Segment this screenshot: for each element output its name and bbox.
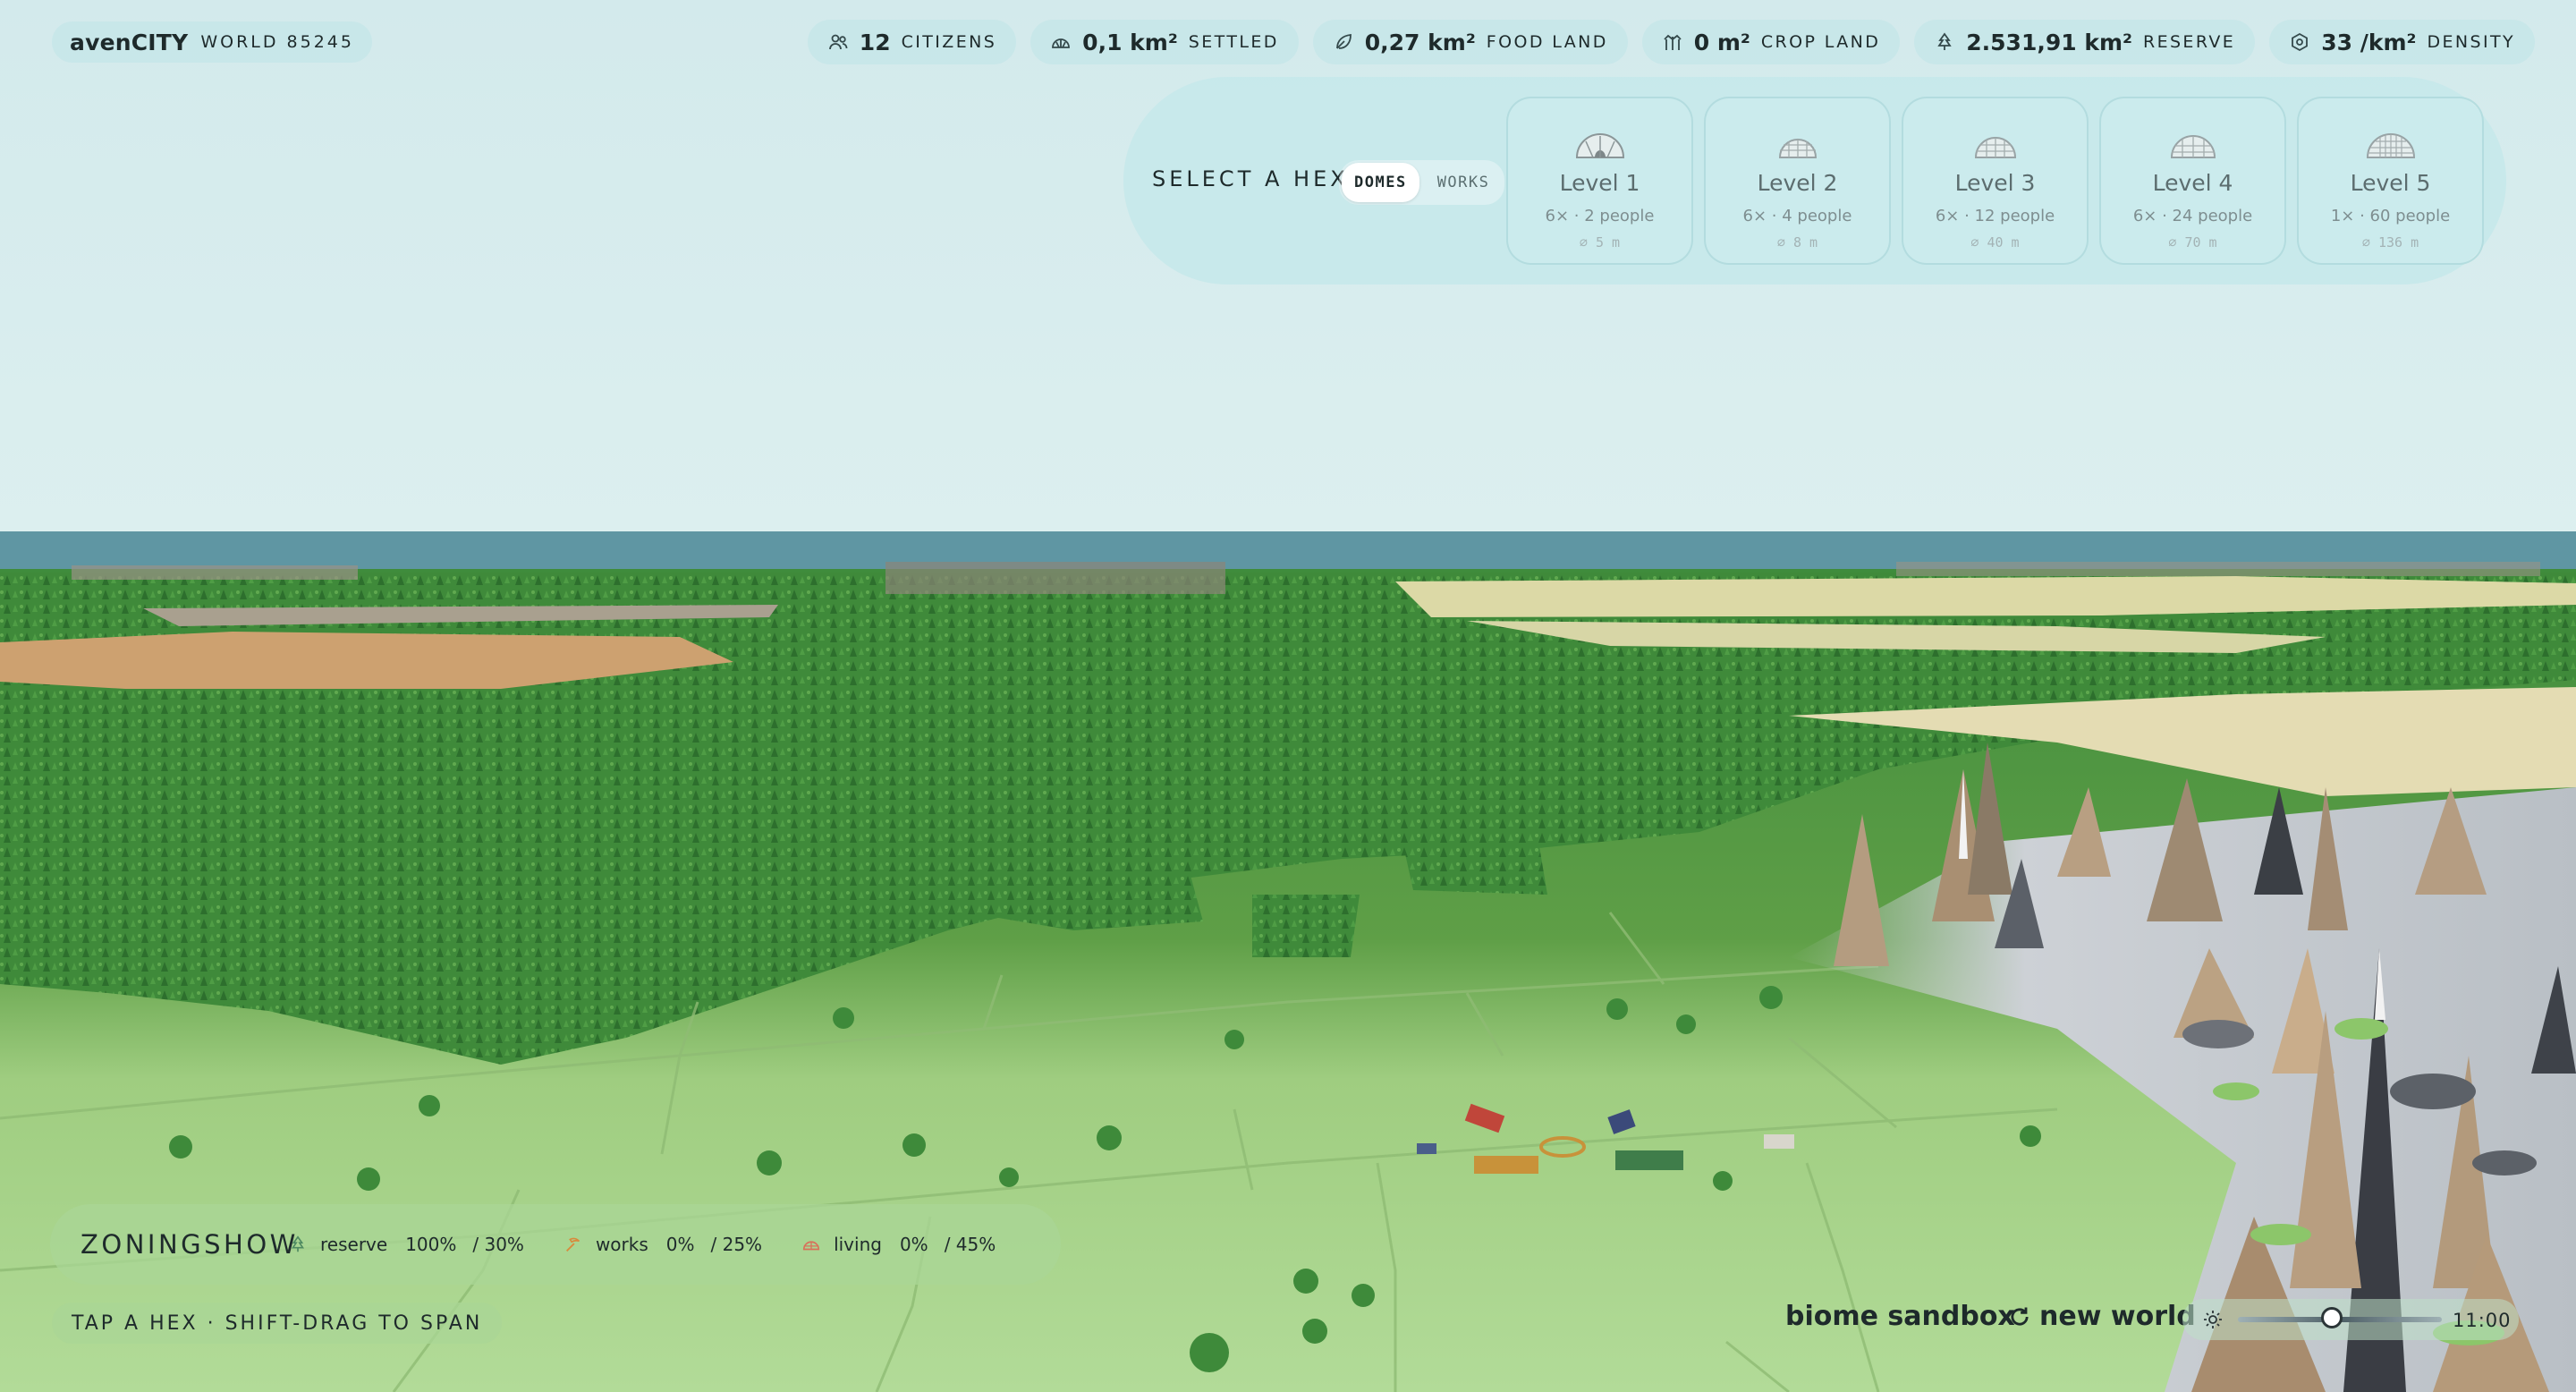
zoning-living: living 0% / 45% xyxy=(801,1234,996,1255)
zoning-percent: 0% xyxy=(665,1234,695,1255)
zoning-panel: ZONINGSHOW reserve 100% / 30% works 0% /… xyxy=(50,1204,1061,1285)
stat-value: 0,1 km² xyxy=(1082,29,1178,55)
level-card-3[interactable]: Level 3 6× · 12 people ⌀ 40 m xyxy=(1902,97,2089,265)
dome-level-5-icon xyxy=(2366,133,2415,158)
level-label: Level 5 xyxy=(2350,170,2431,196)
level-cards: Level 1 6× · 2 people ⌀ 5 m Level 2 6× ·… xyxy=(1506,97,2484,265)
controls-hint: TAP A HEX · SHIFT-DRAG TO SPAN xyxy=(52,1303,503,1344)
stat-label: FOOD LAND xyxy=(1486,32,1608,52)
level-diameter: ⌀ 5 m xyxy=(1579,234,1621,250)
stat-food-land: 0,27 km² FOOD LAND xyxy=(1312,20,1628,64)
level-diameter: ⌀ 40 m xyxy=(1970,234,2020,250)
zoning-target: / 45% xyxy=(944,1234,996,1255)
zoning-reserve: reserve 100% / 30% xyxy=(288,1234,524,1255)
zoning-percent: 100% xyxy=(405,1234,457,1255)
pickaxe-icon xyxy=(565,1237,580,1252)
tree-icon xyxy=(1937,32,1952,50)
zoning-name: works xyxy=(595,1234,648,1255)
refresh-icon xyxy=(2011,1307,2029,1325)
level-people: 6× · 12 people xyxy=(1935,207,2055,225)
leaf-icon xyxy=(1335,33,1352,49)
stat-label: CITIZENS xyxy=(901,32,997,52)
time-of-day-control: 11:00 xyxy=(2182,1299,2519,1340)
forest-patch xyxy=(1404,841,1547,895)
category-toggle: DOMES WORKS xyxy=(1339,160,1505,205)
stat-label: CROP LAND xyxy=(1760,32,1881,52)
level-card-2[interactable]: Level 2 6× · 4 people ⌀ 8 m xyxy=(1704,97,1891,265)
level-label: Level 1 xyxy=(1559,170,1640,196)
dome-icon xyxy=(1052,38,1071,48)
level-people: 1× · 60 people xyxy=(2330,207,2451,225)
level-people: 6× · 2 people xyxy=(1545,207,1655,225)
stat-value: 12 xyxy=(859,29,891,55)
time-slider-thumb[interactable] xyxy=(2320,1307,2343,1328)
stat-value: 2.531,91 km² xyxy=(1966,29,2132,55)
zoning-title: ZONINGSHOW xyxy=(80,1229,299,1260)
dome-level-4-icon xyxy=(2170,135,2216,158)
zoning-percent: 0% xyxy=(899,1234,928,1255)
distant-ruins xyxy=(886,562,1225,594)
level-card-1[interactable]: Level 1 6× · 2 people ⌀ 5 m xyxy=(1506,97,1693,265)
dome-icon xyxy=(802,1241,820,1251)
stat-label: RESERVE xyxy=(2142,32,2236,52)
clock-time: 11:00 xyxy=(2453,1310,2512,1331)
stats-bar: 12 CITIZENS 0,1 km² SETTLED 0,27 km² FOO… xyxy=(807,20,2535,64)
stat-reserve: 2.531,91 km² RESERVE xyxy=(1914,20,2256,64)
distant-ruins xyxy=(1896,562,2540,576)
stat-crop-land: 0 m² CROP LAND xyxy=(1641,20,1901,64)
distant-ruins xyxy=(72,565,358,580)
forest-patch xyxy=(1252,895,1360,957)
picker-title: SELECT A HEX xyxy=(1152,166,1349,191)
zoning-target: / 30% xyxy=(472,1234,524,1255)
new-world-button[interactable]: new world xyxy=(2007,1301,2196,1332)
hex-picker-panel: SELECT A HEX DOMES WORKS Level 1 6× · 2 … xyxy=(1123,77,2506,284)
zoning-target: / 25% xyxy=(710,1234,763,1255)
zoning-name: reserve xyxy=(320,1234,388,1255)
tab-domes[interactable]: DOMES xyxy=(1342,163,1419,202)
hexagon-icon xyxy=(2292,32,2309,52)
sun-icon xyxy=(2204,1311,2222,1328)
level-label: Level 4 xyxy=(2152,170,2233,196)
dome-level-1-icon xyxy=(1575,133,1624,158)
new-world-label: new world xyxy=(2039,1301,2196,1332)
world-id: WORLD 85245 xyxy=(200,32,354,52)
stat-label: DENSITY xyxy=(2427,32,2515,52)
brand-badge: avenCITY WORLD 85245 xyxy=(52,21,372,63)
stat-value: 33 /km² xyxy=(2321,29,2417,55)
stat-value: 0 m² xyxy=(1693,29,1750,55)
zoning-works: works 0% / 25% xyxy=(564,1234,762,1255)
tree-icon xyxy=(291,1235,305,1252)
stat-density: 33 /km² DENSITY xyxy=(2269,20,2535,64)
level-people: 6× · 4 people xyxy=(1742,207,1852,225)
stat-label: SETTLED xyxy=(1188,32,1279,52)
dome-level-3-icon xyxy=(1974,137,2016,158)
dome-level-2-icon xyxy=(1778,139,1817,158)
citizens-icon xyxy=(828,34,848,50)
stat-citizens: 12 CITIZENS xyxy=(807,20,1017,64)
level-diameter: ⌀ 136 m xyxy=(2361,234,2419,250)
level-diameter: ⌀ 70 m xyxy=(2168,234,2217,250)
tab-works[interactable]: WORKS xyxy=(1425,163,1503,202)
biome-sandbox-button[interactable]: biome sandbox xyxy=(1785,1301,2015,1332)
level-card-5[interactable]: Level 5 1× · 60 people ⌀ 136 m xyxy=(2297,97,2484,265)
stat-value: 0,27 km² xyxy=(1364,29,1476,55)
stat-settled: 0,1 km² SETTLED xyxy=(1030,20,1299,64)
crop-icon xyxy=(1664,34,1682,50)
level-card-4[interactable]: Level 4 6× · 24 people ⌀ 70 m xyxy=(2099,97,2286,265)
forest-patch xyxy=(993,872,1203,930)
app-name: avenCITY xyxy=(70,29,189,55)
level-label: Level 2 xyxy=(1757,170,1838,196)
level-people: 6× · 24 people xyxy=(2132,207,2253,225)
zoning-name: living xyxy=(834,1234,882,1255)
level-diameter: ⌀ 8 m xyxy=(1776,234,1818,250)
level-label: Level 3 xyxy=(1954,170,2036,196)
